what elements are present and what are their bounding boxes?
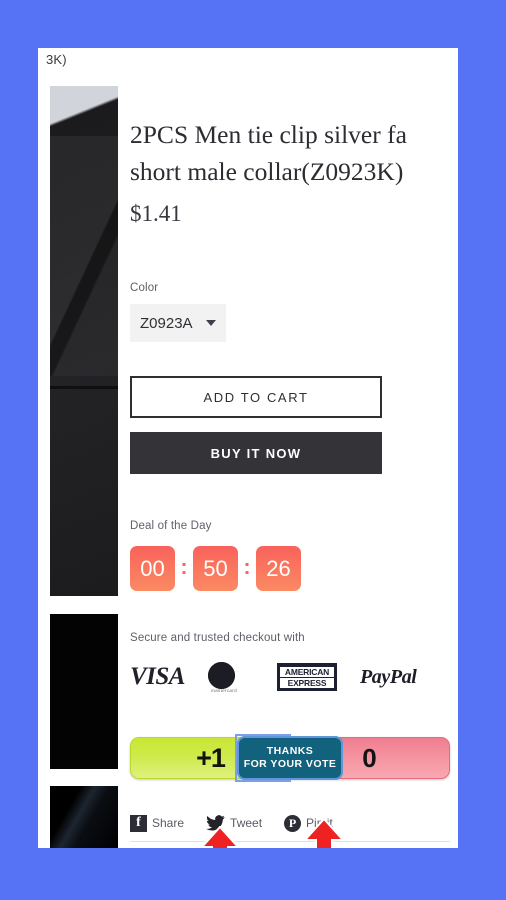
color-select[interactable]: Z0923A xyxy=(130,304,226,342)
suit-image xyxy=(50,86,118,596)
buy-it-now-button[interactable]: BUY IT NOW xyxy=(130,432,382,474)
product-gallery xyxy=(50,86,118,848)
countdown-minutes: 50 xyxy=(193,546,238,591)
amex-line-1: AMERICAN xyxy=(279,666,334,677)
silk-image xyxy=(50,786,118,848)
focus-ring xyxy=(235,734,291,782)
mastercard-wordmark: mastercard xyxy=(210,688,237,693)
visa-logo: VISA xyxy=(130,663,185,690)
product-photo-silk[interactable] xyxy=(50,786,118,848)
deal-label: Deal of the Day xyxy=(130,520,212,532)
color-label: Color xyxy=(130,282,159,294)
twitter-icon xyxy=(206,815,225,831)
mastercard-logo: mastercard xyxy=(207,662,254,693)
vote-widget: +1 0 THANKS FOR YOUR VOTE xyxy=(130,734,450,782)
secure-checkout: Secure and trusted checkout with VISA ma… xyxy=(130,632,458,693)
payment-logos: VISA mastercard AMERICAN EXPRESS PayPal xyxy=(130,662,458,693)
share-facebook[interactable]: f Share xyxy=(130,814,185,832)
paypal-logo: PayPal xyxy=(359,665,417,688)
vote-count-value: 0 xyxy=(362,742,377,773)
product-photo-suit-lapel[interactable] xyxy=(50,86,118,596)
countdown-hours: 00 xyxy=(130,546,175,591)
product-photo-black[interactable] xyxy=(50,614,118,769)
facebook-icon: f xyxy=(130,814,147,832)
upvote-label: +1 xyxy=(196,742,226,773)
product-info: 2PCS Men tie clip silver fa short male c… xyxy=(130,86,458,693)
breadcrumb: 3K) xyxy=(46,52,67,67)
amex-line-2: EXPRESS xyxy=(279,677,334,688)
share-twitter-label: Tweet xyxy=(230,816,263,830)
chevron-down-icon xyxy=(206,320,216,326)
share-twitter[interactable]: Tweet xyxy=(206,815,262,831)
share-facebook-label: Share xyxy=(152,816,185,830)
secure-checkout-label: Secure and trusted checkout with xyxy=(130,632,305,644)
social-share-row: f Share Tweet P Pin it xyxy=(130,813,333,833)
countdown-separator-2: : xyxy=(243,556,251,579)
countdown-separator-1: : xyxy=(180,556,188,579)
countdown-seconds: 26 xyxy=(256,546,301,591)
product-title-line-2: short male collar(Z0923K) xyxy=(130,157,404,186)
page-title: 2PCS Men tie clip silver fa short male c… xyxy=(130,116,458,190)
color-option-group: Color Z0923A xyxy=(130,282,458,342)
share-pinterest-label: Pin it xyxy=(306,816,333,830)
color-selected-value: Z0923A xyxy=(140,314,193,332)
amex-logo: AMERICAN EXPRESS xyxy=(276,663,337,691)
black-image xyxy=(50,614,118,769)
add-to-cart-button[interactable]: ADD TO CART xyxy=(130,376,382,418)
deal-of-the-day: Deal of the Day 00 : 50 : 26 xyxy=(130,520,458,591)
product-page-panel: 3K) 2PCS Men tie clip silver fa short ma… xyxy=(38,48,458,848)
product-title-line-1: 2PCS Men tie clip silver fa xyxy=(130,120,407,149)
pinterest-icon: P xyxy=(284,814,302,832)
vote-count: 0 xyxy=(290,737,450,779)
product-price: $1.41 xyxy=(130,201,182,226)
countdown-timer: 00 : 50 : 26 xyxy=(130,546,458,591)
mastercard-circle-right xyxy=(207,662,235,689)
divider xyxy=(130,841,450,842)
share-pinterest[interactable]: P Pin it xyxy=(284,814,333,832)
